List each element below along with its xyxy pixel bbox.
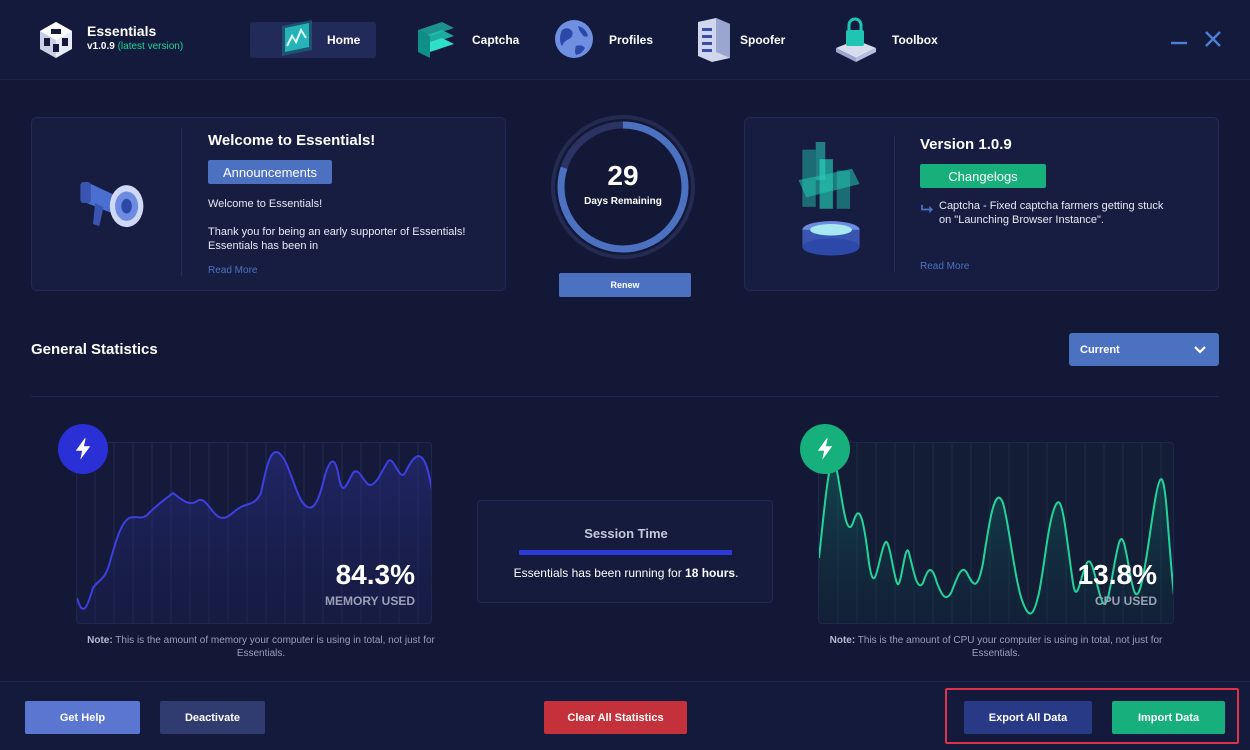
lightning-icon [75,438,91,460]
welcome-read-more-link[interactable]: Read More [208,265,257,276]
clear-all-statistics-button[interactable]: Clear All Statistics [544,701,687,734]
arrow-right-icon [921,204,933,214]
version-read-more-link[interactable]: Read More [920,261,969,272]
announcements-badge[interactable]: Announcements [208,160,332,184]
statistics-divider [31,396,1219,397]
nav-home-label: Home [327,33,361,47]
memory-note-text: This is the amount of memory your comput… [112,635,435,659]
megaphone-icon [80,182,144,228]
nav-home[interactable]: Home [250,20,376,58]
nav-spoofer-label: Spoofer [740,33,786,47]
days-remaining-label: Days Remaining [584,196,662,207]
statistics-period-select[interactable]: Current [1069,333,1219,366]
days-remaining-count: 29 [607,160,639,191]
welcome-title: Welcome to Essentials! [208,132,376,149]
welcome-card: Welcome to Essentials! Announcements Wel… [31,117,506,291]
version-number: v1.0.9 [87,41,115,52]
cpu-bolt-badge [800,424,850,474]
cpu-used-label: CPU USED [1094,594,1157,608]
server-icon [698,18,730,62]
app-version: v1.0.9 (latest version) [87,41,183,52]
welcome-line-1: Welcome to Essentials! [208,198,323,210]
close-icon[interactable] [1202,28,1224,50]
cpu-chart: 13.8% CPU USED [818,442,1174,624]
cpu-note-text: This is the amount of CPU your computer … [855,635,1163,659]
title-bar: Essentials v1.0.9 (latest version) Home … [0,0,1250,80]
statistics-period-value: Current [1080,343,1120,356]
memory-bolt-badge [58,424,108,474]
session-time-title: Session Time [584,526,668,541]
general-statistics-title: General Statistics [31,341,158,358]
session-text-suffix: . [735,566,739,580]
session-time-card: Session Time Essentials has been running… [477,500,773,603]
cpu-note: Note: This is the amount of CPU your com… [818,634,1174,660]
changelog-entry: Captcha - Fixed captcha farmers getting … [939,200,1164,226]
layers-icon [418,22,454,58]
footer-bar: Get Help Deactivate Clear All Statistics… [0,681,1250,750]
dashboard-chart-icon [282,20,312,56]
memory-chart: 84.3% MEMORY USED [76,442,432,624]
get-help-button[interactable]: Get Help [25,701,140,734]
memory-note-label: Note: [87,635,113,646]
nav-toolbox-label: Toolbox [892,33,938,47]
cpu-used-value: 13.8% [1077,559,1157,590]
session-text-prefix: Essentials has been running for [513,566,686,580]
version-divider [894,136,895,272]
lightning-icon [817,438,833,460]
nav-toolbox[interactable]: Toolbox [832,17,942,62]
nav-profiles[interactable]: Profiles [552,20,662,58]
globe-icon [555,20,593,58]
hologram-pedestal-icon [798,142,860,256]
lock-box-icon [836,17,876,62]
essentials-logo-icon [40,22,72,58]
version-note: (latest version) [117,41,184,52]
minimize-icon[interactable] [1168,28,1190,50]
nav-captcha-label: Captcha [472,33,520,47]
nav-spoofer[interactable]: Spoofer [692,18,802,62]
renew-button[interactable]: Renew [559,273,691,297]
nav-profiles-label: Profiles [609,33,654,47]
version-title: Version 1.0.9 [920,136,1012,153]
welcome-line-2: Thank you for being an early supporter o… [208,226,466,252]
chevron-down-icon [1194,346,1206,354]
memory-used-value: 84.3% [335,559,415,590]
changelogs-badge[interactable]: Changelogs [920,164,1046,188]
nav-captcha[interactable]: Captcha [412,22,522,58]
cpu-note-label: Note: [829,635,856,646]
export-all-data-button[interactable]: Export All Data [964,701,1092,734]
session-time-text: Essentials has been running for 18 hours… [478,566,774,580]
welcome-divider [181,128,182,276]
deactivate-button[interactable]: Deactivate [160,701,265,734]
session-time-bar [519,550,732,555]
memory-used-label: MEMORY USED [324,594,415,608]
app-name: Essentials [87,23,157,39]
import-data-button[interactable]: Import Data [1112,701,1225,734]
session-duration: 18 hours [685,566,736,580]
version-card: Version 1.0.9 Changelogs Captcha - Fixed… [744,117,1219,291]
memory-note: Note: This is the amount of memory your … [76,634,446,660]
